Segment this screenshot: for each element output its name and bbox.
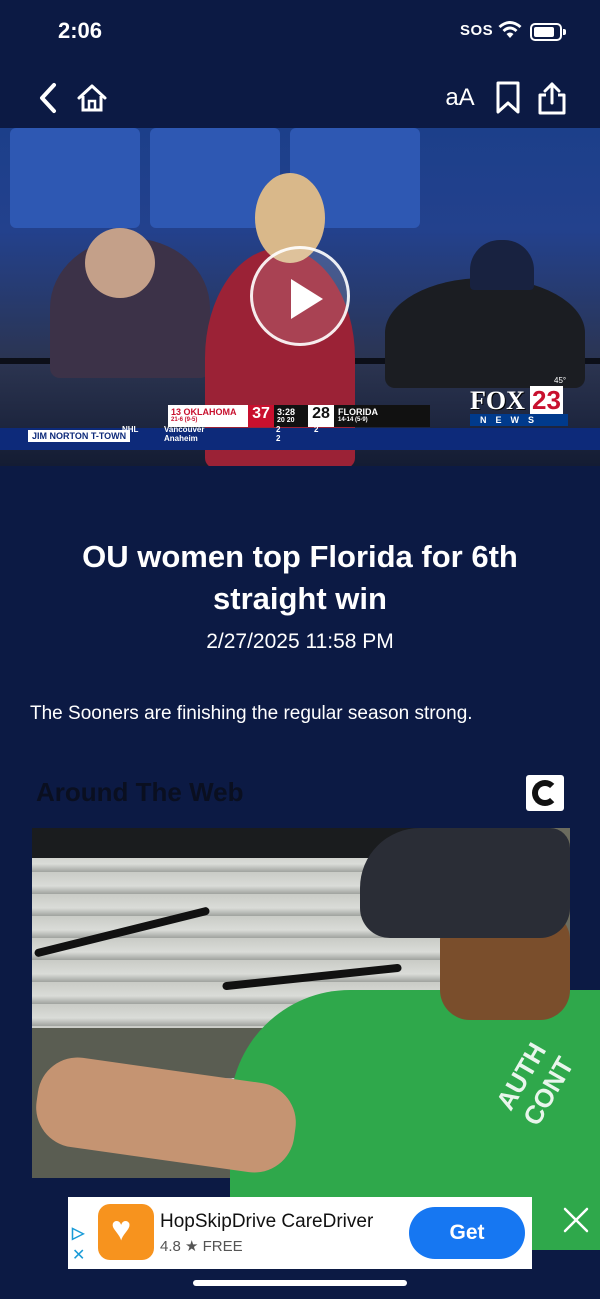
home-indicator[interactable] <box>193 1280 407 1286</box>
home-button[interactable] <box>72 78 112 118</box>
ad-banner[interactable]: ▷ ✕ HopSkipDrive CareDriver 4.8 ★ FREE G… <box>68 1197 532 1269</box>
close-icon <box>563 1207 589 1233</box>
status-bar: 2:06 SOS <box>0 0 600 66</box>
ad-close-small-icon[interactable]: ✕ <box>72 1245 85 1265</box>
share-icon <box>538 82 566 115</box>
ad-rating: 4.8 ★ FREE <box>160 1238 243 1255</box>
back-button[interactable] <box>28 78 68 118</box>
share-button[interactable] <box>532 78 572 118</box>
hopskipdrive-heart-icon[interactable] <box>98 1204 154 1260</box>
bookmark-button[interactable] <box>488 78 528 118</box>
adchoices-icon[interactable]: ▷ <box>72 1223 84 1243</box>
ticker-team-a: Vancouver <box>164 425 205 434</box>
chevron-left-icon <box>40 83 56 113</box>
around-the-web-heading: Around The Web <box>36 777 244 807</box>
ticker-league: NHL <box>122 425 139 434</box>
status-time: 2:06 <box>58 18 103 43</box>
station-logo: FOX 23 NEWS 45° <box>470 376 568 426</box>
text-size-button[interactable]: aA <box>440 78 480 118</box>
article-summary: The Sooners are finishing the regular se… <box>30 703 473 724</box>
scorebug-team2: FLORIDA 14-14 (5-9) <box>338 407 378 423</box>
scorebug-score2: 28 <box>308 405 334 427</box>
article-date: 2/27/2025 11:58 PM <box>206 630 394 653</box>
ticker-team-b: Anaheim <box>164 434 198 443</box>
status-sos: SOS <box>460 22 494 39</box>
spectator-head <box>85 228 155 298</box>
station-temp: 45° <box>554 376 567 385</box>
scorebug-score1: 37 <box>248 405 274 427</box>
arena-seats <box>10 128 140 228</box>
scorebug: 13 OKLAHOMA 21-6 (9-5) 37 3:28 20 20 28 … <box>168 405 430 427</box>
ball-cap <box>470 240 534 290</box>
scorebug-team1: 13 OKLAHOMA 21-6 (9-5) <box>168 405 248 427</box>
ad-title: HopSkipDrive CareDriver <box>160 1211 374 1232</box>
ticker-score-b: 2 <box>276 434 281 443</box>
scorebug-clock: 3:28 20 20 <box>277 407 296 424</box>
ad-get-button[interactable]: Get <box>409 1207 525 1259</box>
outbrain-logo-icon[interactable] <box>526 775 564 811</box>
article-title: OU women top Florida for 6th straight wi… <box>82 539 518 616</box>
nav-bar: aA <box>0 66 600 128</box>
play-button[interactable] <box>250 246 350 346</box>
home-icon <box>77 84 107 112</box>
bookmark-icon <box>496 81 520 114</box>
ticker-period: 2 <box>314 425 319 434</box>
ticker-score-a: 2 <box>276 425 281 434</box>
score-ticker: JIM NORTON T-TOWN NHL Vancouver Anaheim … <box>0 425 600 450</box>
battery-icon <box>530 23 566 41</box>
ticker-sponsor: JIM NORTON T-TOWN <box>28 430 131 442</box>
ad-close-button[interactable] <box>560 1204 592 1236</box>
spectator <box>385 278 585 388</box>
wifi-icon <box>498 21 522 38</box>
video-player[interactable]: 13 OKLAHOMA 21-6 (9-5) 37 3:28 20 20 28 … <box>0 128 600 466</box>
worker-cap <box>360 828 570 938</box>
